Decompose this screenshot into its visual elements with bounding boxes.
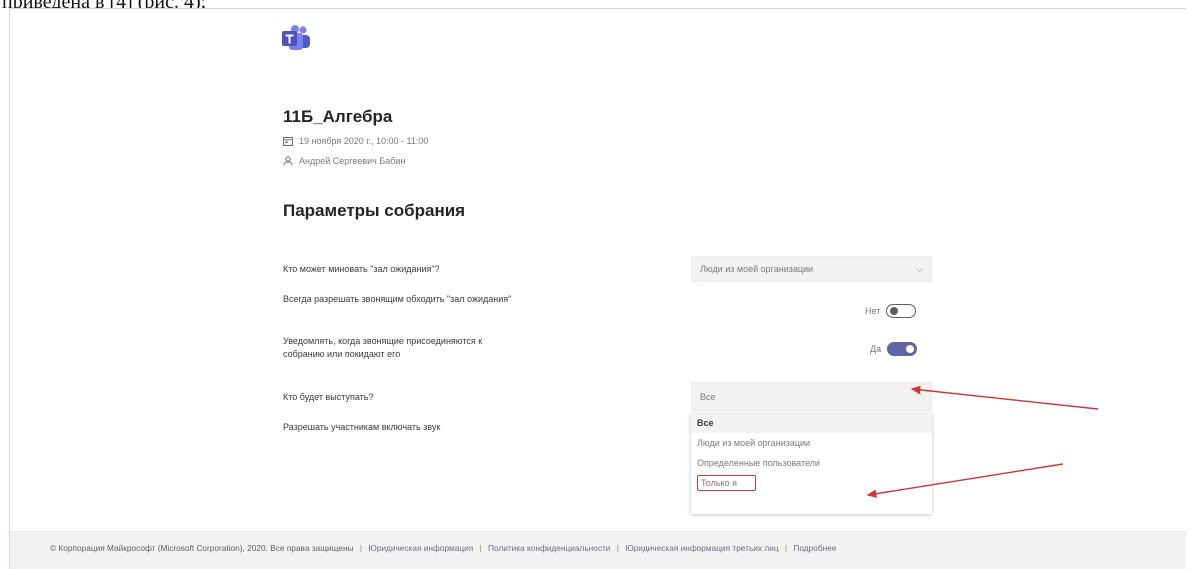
notify-state: Да bbox=[870, 344, 882, 354]
lobby-bypass-label: Кто может миновать "зал ожидания"? bbox=[283, 264, 440, 274]
section-title: Параметры собрания bbox=[283, 201, 466, 220]
menu-item-specific-people[interactable]: Определенные пользователи bbox=[691, 453, 932, 473]
document-caption-text: приведена в [4] (рис. 4); bbox=[0, 0, 1191, 8]
presenter-label: Кто будет выступать? bbox=[283, 392, 374, 402]
meeting-organizer-row: Андрей Сергеевич Бабин bbox=[283, 156, 405, 166]
lobby-bypass-dropdown[interactable]: Люди из моей организации ⌵ bbox=[691, 256, 932, 282]
calendar-icon bbox=[283, 137, 293, 146]
callers-bypass-toggle-group: Нет bbox=[865, 304, 917, 318]
footer-link-privacy[interactable]: Политика конфиденциальности bbox=[488, 543, 610, 553]
footer-link-more[interactable]: Подробнее bbox=[793, 543, 836, 553]
presenter-value: Все bbox=[700, 391, 716, 402]
callers-bypass-label: Всегда разрешать звонящим обходить "зал … bbox=[283, 294, 512, 304]
callers-bypass-toggle[interactable] bbox=[886, 304, 917, 318]
teams-logo-icon bbox=[282, 25, 310, 50]
notify-label-line-1: Уведомлять, когда звонящие присоединяютс… bbox=[283, 336, 483, 346]
notify-toggle[interactable] bbox=[887, 342, 918, 356]
chevron-up-icon: ⌃ bbox=[915, 391, 923, 401]
person-icon bbox=[283, 156, 293, 166]
notify-toggle-group: Да bbox=[870, 342, 918, 356]
only-me-highlight: Только я bbox=[697, 475, 756, 491]
meeting-organizer: Андрей Сергеевич Бабин bbox=[299, 156, 406, 166]
notify-label: Уведомлять, когда звонящие присоединяютс… bbox=[283, 335, 583, 361]
lobby-bypass-value: Люди из моей организации bbox=[700, 264, 814, 274]
callers-bypass-state: Нет bbox=[865, 306, 881, 316]
meeting-title: 11Б_Алгебра bbox=[283, 107, 393, 126]
footer-link-legal[interactable]: Юридическая информация bbox=[368, 543, 473, 553]
unmute-label: Разрешать участникам включать звук bbox=[283, 422, 441, 432]
menu-item-only-me[interactable]: Только я bbox=[691, 473, 932, 493]
footer-copyright: © Корпорация Майкрософт (Microsoft Corpo… bbox=[50, 543, 354, 553]
notify-label-line-2: собранию или покидают его bbox=[283, 349, 401, 359]
presenter-menu: Все Люди из моей организации Определенны… bbox=[691, 413, 932, 514]
footer: © Корпорация Майкрософт (Microsoft Corpo… bbox=[50, 543, 837, 553]
footer-link-third-party[interactable]: Юридическая информация третьих лиц bbox=[625, 543, 778, 553]
menu-item-organization[interactable]: Люди из моей организации bbox=[691, 433, 932, 453]
meeting-date: 19 ноября 2020 г., 10:00 - 11:00 bbox=[299, 136, 429, 146]
menu-item-everyone[interactable]: Все bbox=[691, 413, 932, 433]
screenshot-frame bbox=[9, 8, 1186, 569]
presenter-dropdown[interactable]: Все ⌃ bbox=[691, 382, 932, 411]
meeting-date-row: 19 ноября 2020 г., 10:00 - 11:00 bbox=[283, 136, 428, 146]
chevron-down-icon: ⌵ bbox=[916, 263, 923, 274]
